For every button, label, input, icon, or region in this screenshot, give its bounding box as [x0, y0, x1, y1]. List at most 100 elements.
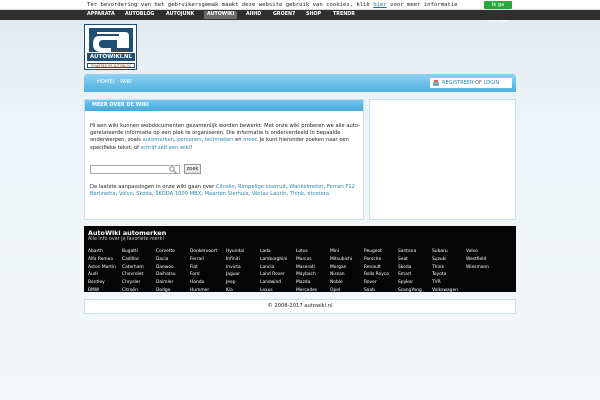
recent-link[interactable]: Maarten Sierhuis [205, 191, 249, 197]
link-meer[interactable]: meer [243, 137, 256, 143]
brand-link[interactable]: Audi [88, 271, 116, 279]
brand-link[interactable]: Lada [260, 248, 287, 256]
brand-link[interactable]: Mini [330, 248, 352, 256]
brand-link[interactable]: Maserati [296, 264, 317, 272]
brand-link[interactable]: Think [432, 264, 458, 272]
brand-link[interactable]: Rolls Royce [364, 271, 389, 279]
brand-link[interactable]: Peugeot [364, 248, 389, 256]
nav-item-shop[interactable]: SHOP [303, 11, 324, 19]
link-write-wiki[interactable]: schrijf zelf een wiki [141, 145, 191, 151]
recent-link[interactable]: Skoda [136, 191, 152, 197]
nav-item-trendr[interactable]: TRENDR [330, 11, 358, 19]
brand-link[interactable]: Renault [364, 264, 389, 272]
brand-link[interactable]: TVR [432, 279, 458, 287]
login-link[interactable]: LOGIN [483, 80, 499, 86]
brand-link[interactable]: Jeep [226, 279, 244, 287]
brand-link[interactable]: Donkervoort [190, 248, 217, 256]
cookie-accept-button[interactable]: Ik ga akkoord, niet meer [484, 1, 512, 24]
brand-link[interactable]: Rover [364, 279, 389, 287]
nav-item-aiihd[interactable]: AIIHD [243, 11, 264, 19]
brand-link[interactable]: Seat [398, 256, 422, 264]
brand-link[interactable]: Toyota [432, 271, 458, 279]
brand-link[interactable]: Subaru [432, 248, 458, 256]
breadcrumb-home[interactable]: HOME [97, 79, 113, 85]
nav-item-autojunk[interactable]: AUTOJUNK [163, 11, 197, 19]
brand-link[interactable]: Suzuki [432, 256, 458, 264]
brand-link[interactable]: Mitsubishi [330, 256, 352, 264]
brand-link[interactable]: Porsche [364, 256, 389, 264]
brand-link[interactable]: Smart [398, 271, 422, 279]
brand-link[interactable]: Daihatsu [156, 271, 176, 279]
recent-link-etcetera[interactable]: etcetera [307, 191, 329, 197]
brand-link[interactable]: Alfa Romeo [88, 256, 116, 264]
brand-link[interactable]: Aston Martin [88, 264, 116, 272]
recent-link[interactable]: Think [290, 191, 304, 197]
brand-link[interactable]: Daimler [156, 279, 176, 287]
site-logo[interactable]: AUTOWIKI.NL POWERED BY AUTOBLOG [84, 24, 137, 70]
brand-link[interactable]: Noble [330, 279, 352, 287]
brand-link[interactable]: Chrysler [122, 279, 144, 287]
link-personen[interactable]: personen [177, 137, 201, 143]
brand-link[interactable]: Skoda [398, 264, 422, 272]
brand-link[interactable]: Infiniti [226, 256, 244, 264]
brand-link[interactable]: Spyker [398, 279, 422, 287]
brand-link[interactable]: Bugatti [122, 248, 144, 256]
brand-link[interactable]: Corvette [156, 248, 176, 256]
brand-link[interactable]: Saab [364, 287, 389, 295]
register-link[interactable]: REGISTREER [442, 80, 473, 86]
recent-link[interactable]: Citroën [216, 184, 235, 190]
brand-link[interactable]: Honda [190, 279, 217, 287]
brand-link[interactable]: Ferrari [190, 256, 217, 264]
brand-link[interactable]: Wiesmann [466, 264, 489, 272]
brand-link[interactable]: Bentley [88, 279, 116, 287]
brand-link[interactable]: Santana [398, 248, 422, 256]
search-button[interactable]: zoek [184, 164, 201, 174]
recent-link[interactable]: ŠKODA 1000 MBX [155, 191, 201, 197]
brand-link[interactable]: Hyundai [226, 248, 244, 256]
brand-link[interactable]: Daewoo [156, 264, 176, 272]
brand-link[interactable]: Volvo [466, 248, 489, 256]
brand-link[interactable]: Lexus [260, 287, 287, 295]
brand-link[interactable]: Westfield [466, 256, 489, 264]
brand-link[interactable]: Lamborghini [260, 256, 287, 264]
nav-item-apparata[interactable]: APPARATA [84, 11, 118, 19]
recent-link[interactable]: Rimpelige voorruit [238, 184, 286, 190]
brand-link[interactable]: Lancia [260, 264, 287, 272]
nav-item-autowiki[interactable]: AUTOWIKI [204, 11, 238, 19]
recent-link[interactable]: Volvo [119, 191, 133, 197]
recent-link[interactable]: Wankelmotor [289, 184, 323, 190]
brand-link[interactable]: Cadillac [122, 256, 144, 264]
brand-link[interactable]: Citroën [122, 287, 144, 295]
brand-link[interactable]: Land Rover [260, 271, 287, 279]
brand-link[interactable]: Morgan [330, 264, 352, 272]
brand-link[interactable]: BMW [88, 287, 116, 295]
nav-item-autoblog[interactable]: AUTOBLOG [122, 11, 157, 19]
brand-link[interactable]: Opel [330, 287, 352, 295]
brand-link[interactable]: Hummer [190, 287, 217, 295]
link-automerken[interactable]: automerken [143, 137, 174, 143]
brand-link[interactable]: Mazda [296, 279, 317, 287]
brand-link[interactable]: Marcos [296, 256, 317, 264]
brand-link[interactable]: Chevrolet [122, 271, 144, 279]
brand-link[interactable]: Nissan [330, 271, 352, 279]
brand-link[interactable]: Invicta [226, 264, 244, 272]
brand-link[interactable]: Lotus [296, 248, 317, 256]
brand-link[interactable]: Dodge [156, 287, 176, 295]
nav-item-groen7[interactable]: GROEN7 [270, 11, 298, 19]
brand-link[interactable]: Ford [190, 271, 217, 279]
link-technieken[interactable]: technieken [205, 137, 234, 143]
brand-link[interactable]: Jaguar [226, 271, 244, 279]
cookie-info-link[interactable]: hier [373, 2, 386, 8]
brand-link[interactable]: Caterham [122, 264, 144, 272]
brand-link[interactable]: SsangYong [398, 287, 422, 295]
brand-link[interactable]: Kia [226, 287, 244, 295]
brand-link[interactable]: Maybach [296, 271, 317, 279]
recent-link[interactable]: Václav Laurin [252, 191, 287, 197]
brand-link[interactable]: Mercedes [296, 287, 317, 295]
brand-link[interactable]: Landwind [260, 279, 287, 287]
brand-link[interactable]: Volkswagen [432, 287, 458, 295]
brand-link[interactable]: Dacia [156, 256, 176, 264]
brand-link[interactable]: Fiat [190, 264, 217, 272]
breadcrumb-wiki[interactable]: WIKI [120, 79, 132, 85]
brand-link[interactable]: Abarth [88, 248, 116, 256]
